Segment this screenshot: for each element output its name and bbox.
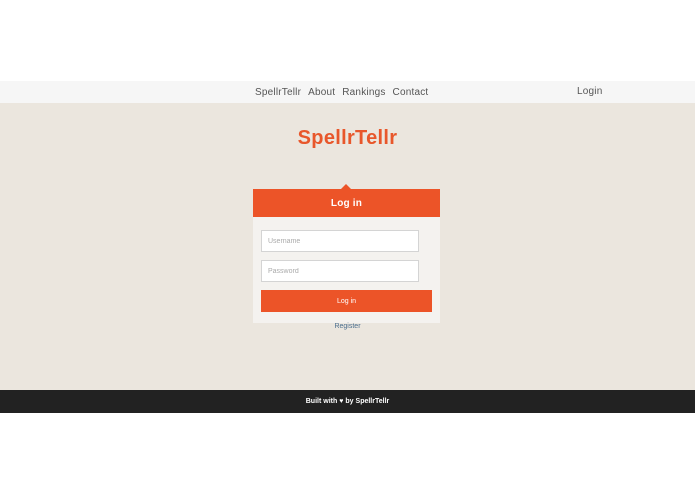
username-input[interactable] [261,230,419,252]
heart-icon: ♥ [339,398,344,405]
nav-link-contact[interactable]: Contact [393,87,429,98]
top-navbar: SpellrTellr About Rankings Contact Login [0,81,695,103]
footer-built-with: Built with [305,398,338,405]
nav-link-home[interactable]: SpellrTellr [255,87,301,98]
main-content: SpellrTellr Log in Log in Register [0,103,695,390]
nav-login-link[interactable]: Login [577,81,602,103]
password-input[interactable] [261,260,419,282]
login-card: Log in Log in [253,184,440,323]
brand-title: SpellrTellr [297,127,398,149]
login-card-header: Log in [253,184,440,217]
nav-links: SpellrTellr About Rankings Contact [255,81,428,103]
footer-by-text: by SpellrTellr [345,398,390,405]
nav-link-about[interactable]: About [308,87,335,98]
nav-link-rankings[interactable]: Rankings [342,87,385,98]
login-submit-button[interactable]: Log in [261,290,432,312]
footer: Built with ♥ by SpellrTellr [0,390,695,413]
card-arrow-icon [341,184,351,189]
login-card-title: Log in [330,197,363,209]
register-link[interactable]: Register [0,323,695,330]
